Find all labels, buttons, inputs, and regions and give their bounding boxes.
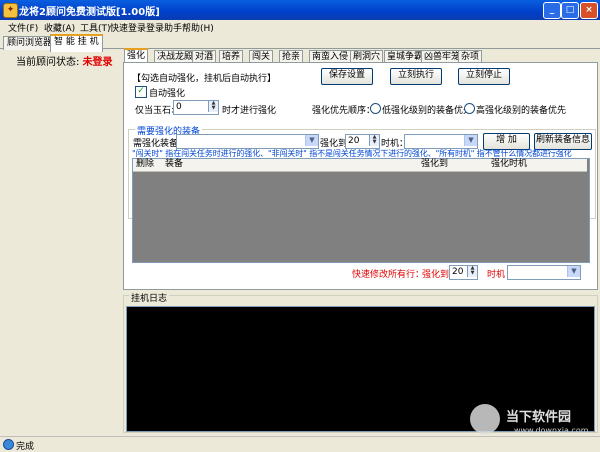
chevron-down-icon[interactable]: ▼: [567, 266, 580, 277]
priority-high-label: 高强化级别的装备优先: [476, 106, 567, 116]
menu-file[interactable]: 文件(F): [8, 21, 38, 34]
sub-tab-strip: 强化 决战龙殿 对酒 培养 闯关 抢亲 南蛮入侵 刷洞穴 皇城争霸 凶兽牢笼 杂…: [123, 48, 598, 66]
equipment-select[interactable]: ▼: [176, 134, 319, 149]
stop-now-button[interactable]: 立刻停止: [458, 68, 510, 85]
col-delete[interactable]: 删除: [136, 159, 154, 170]
chevron-down-icon[interactable]: ▼: [305, 135, 318, 146]
level-value: 20: [348, 136, 360, 146]
title-bar: ✦ 龙将2顾问免费测试版[1.00版] _ □ ×: [0, 0, 600, 20]
status-text: 完成: [16, 442, 35, 452]
status-bar: 完成: [0, 436, 600, 452]
priority-high-radio[interactable]: [464, 103, 475, 114]
jade-threshold-value: 0: [176, 102, 182, 112]
col-timing[interactable]: 强化时机: [491, 159, 527, 170]
watermark-url: www.downxia.com: [514, 426, 589, 435]
stepper-arrows-icon[interactable]: ▲ ▼: [467, 266, 477, 277]
tab-auto-hangup[interactable]: 智 能 挂 机: [50, 34, 103, 52]
execute-now-button[interactable]: 立刻执行: [390, 68, 442, 85]
watermark: 当下软件园 www.downxia.com: [470, 400, 595, 440]
log-title: 挂机日志: [129, 291, 170, 304]
menu-help[interactable]: 帮助(H): [182, 21, 214, 34]
quick-timing-select[interactable]: ▼: [507, 265, 581, 280]
col-equipment[interactable]: 装备: [165, 159, 183, 170]
menu-bar: 文件(F) 收藏(A) 工具(T) 快速登录 登录助手 帮助(H): [0, 20, 600, 34]
jade-suffix: 时才进行强化: [222, 106, 277, 116]
close-button[interactable]: ×: [580, 2, 598, 19]
jade-threshold-stepper[interactable]: 0 ▲ ▼: [173, 100, 219, 115]
tab-browser[interactable]: 顾问浏览器: [3, 36, 57, 50]
priority-low-label: 低强化级别的装备优先: [382, 106, 473, 116]
quick-level-label: 强化到: [422, 270, 450, 280]
jade-prefix: 仅当玉石>: [135, 106, 179, 116]
watermark-text: 当下软件园: [506, 410, 572, 425]
table-header: 删除 装备 强化到 强化时机: [133, 159, 587, 172]
status-value: 未登录: [82, 57, 113, 68]
quick-time-label: 时机: [487, 270, 506, 280]
advisor-status: 当前顾问状态: 未登录: [16, 53, 113, 68]
app-icon: ✦: [3, 3, 18, 18]
priority-label: 强化优先顺序：: [312, 106, 376, 116]
auto-hint: 【勾选自动强化，挂机后自动执行】: [132, 74, 277, 84]
auto-strengthen-label: 自动强化: [149, 89, 186, 99]
menu-login-helper[interactable]: 登录助手: [146, 21, 182, 34]
minimize-button[interactable]: _: [543, 2, 561, 19]
quick-edit-label: 快速修改所有行：: [352, 270, 425, 280]
col-level[interactable]: 强化到: [421, 159, 448, 170]
equipment-table[interactable]: 删除 装备 强化到 强化时机: [132, 158, 590, 263]
window-title: 龙将2顾问免费测试版[1.00版]: [19, 7, 160, 18]
priority-low-radio[interactable]: [370, 103, 381, 114]
level-stepper[interactable]: 20 ▲ ▼: [345, 134, 380, 149]
menu-tools[interactable]: 工具(T): [80, 21, 111, 34]
status-label: 当前顾问状态:: [16, 57, 80, 68]
chevron-down-icon[interactable]: ▼: [464, 135, 477, 146]
menu-favorites[interactable]: 收藏(A): [44, 21, 75, 34]
quick-level-stepper[interactable]: 20 ▲ ▼: [449, 265, 478, 280]
auto-strengthen-checkbox[interactable]: ✓: [135, 86, 147, 98]
watermark-logo-icon: [470, 404, 500, 434]
main-tab-strip: 顾问浏览器 智 能 挂 机: [0, 34, 600, 52]
globe-icon: [3, 439, 14, 450]
timing-select[interactable]: ▼: [404, 134, 478, 149]
strengthen-panel: 【勾选自动强化，挂机后自动执行】 保存设置 立刻执行 立刻停止 ✓ 自动强化 仅…: [123, 62, 598, 290]
quick-level-value: 20: [452, 267, 464, 277]
stepper-arrows-icon[interactable]: ▲ ▼: [208, 101, 218, 112]
stepper-arrows-icon[interactable]: ▲ ▼: [369, 135, 379, 146]
save-settings-button[interactable]: 保存设置: [321, 68, 373, 85]
maximize-button[interactable]: □: [561, 2, 579, 19]
menu-quick-login[interactable]: 快速登录: [110, 21, 146, 34]
